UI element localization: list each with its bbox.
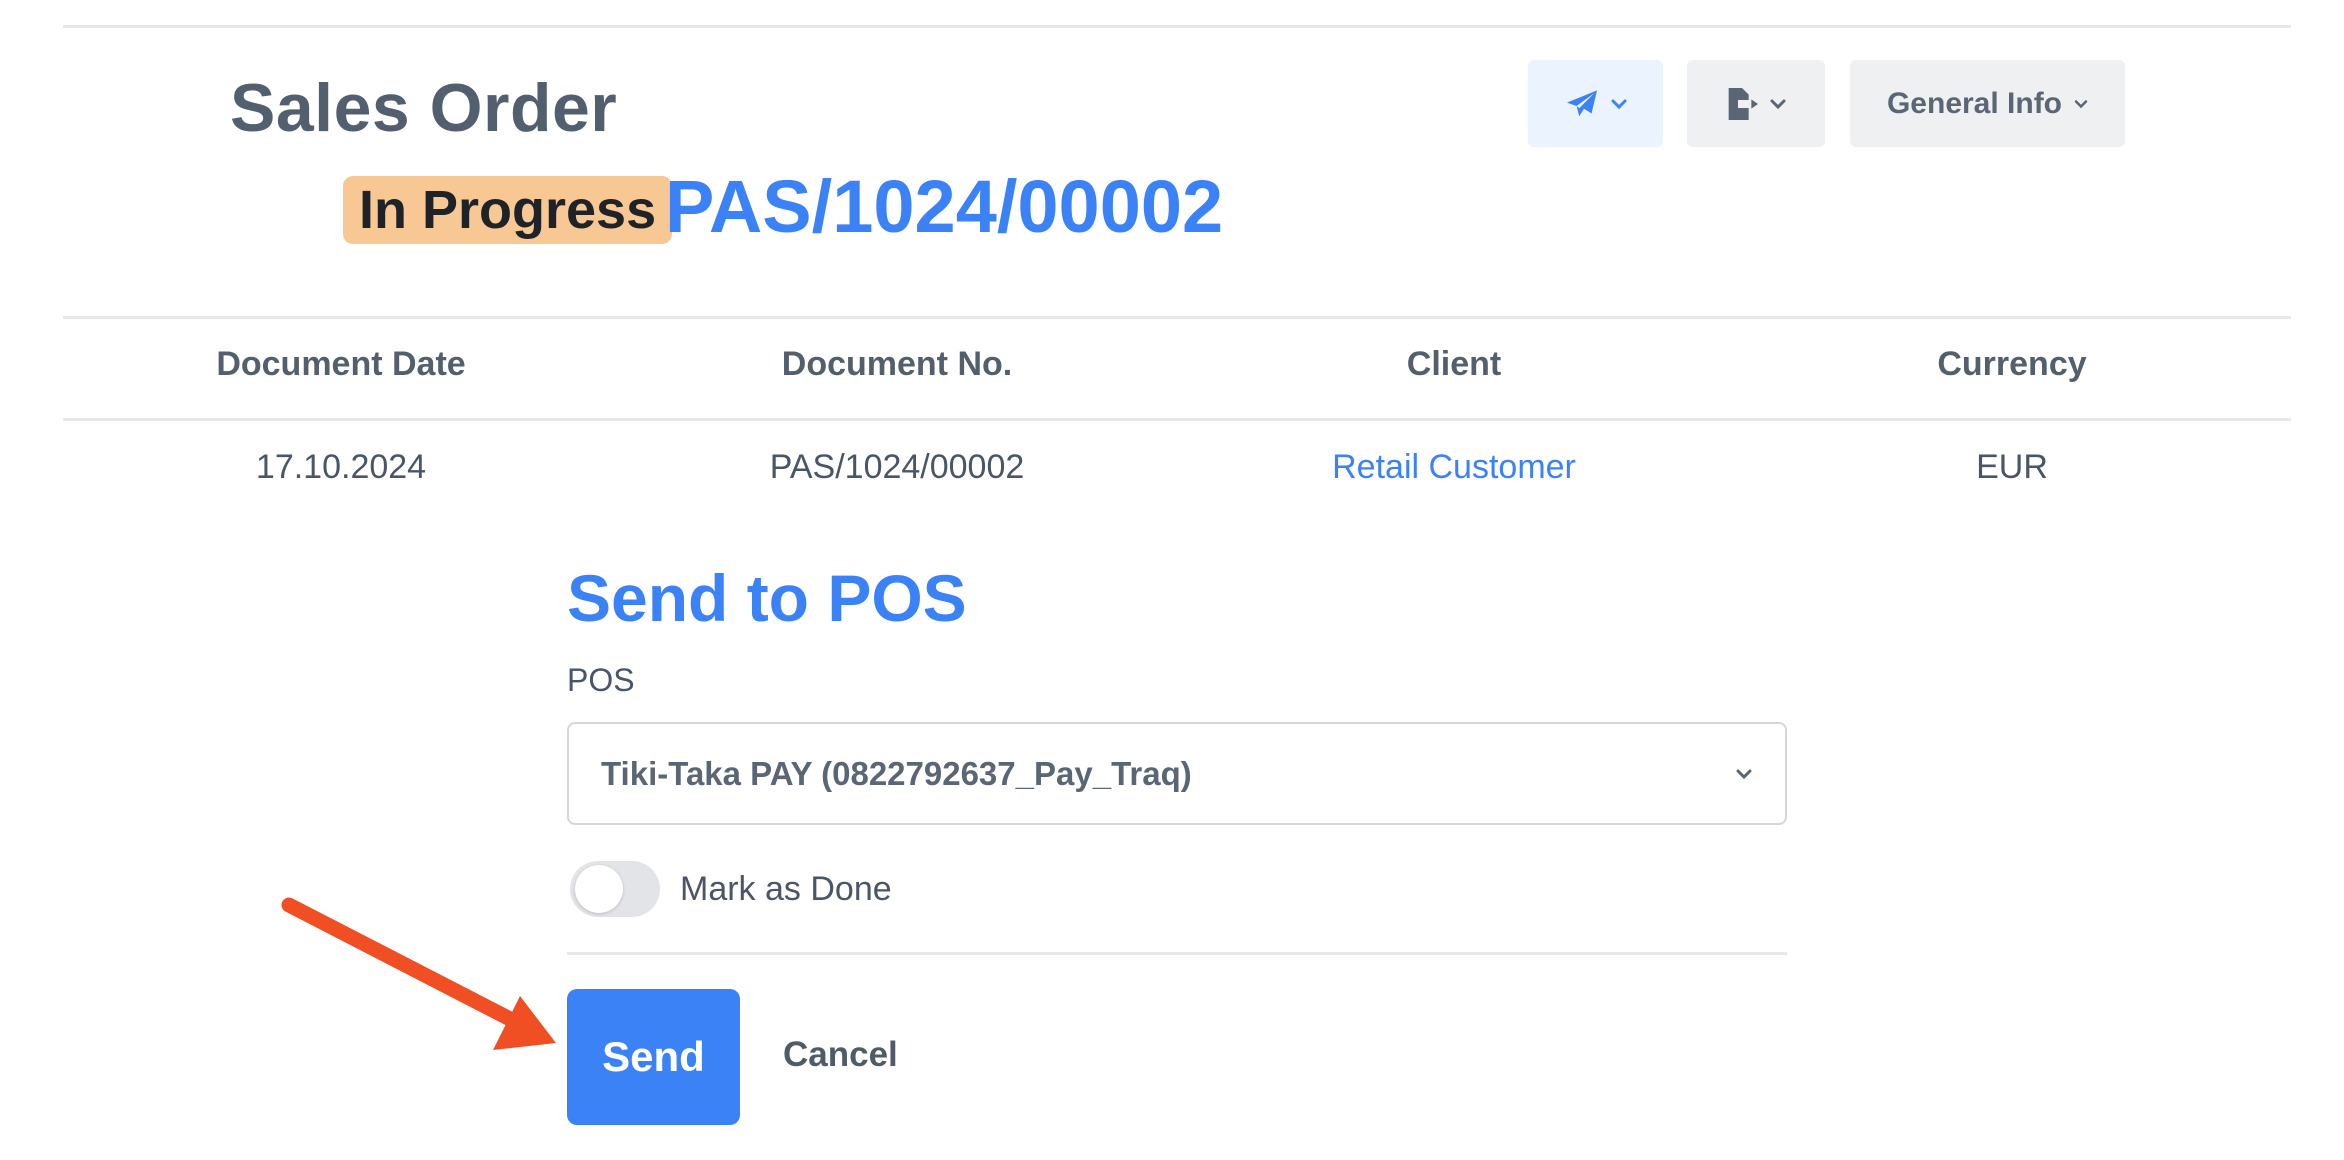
document-number: PAS/1024/00002 <box>665 165 1224 248</box>
general-info-button[interactable]: General Info <box>1850 60 2125 147</box>
chevron-down-icon <box>1736 769 1752 779</box>
cancel-button[interactable]: Cancel <box>783 1035 898 1075</box>
dialog-title: Send to POS <box>567 561 967 635</box>
client-link[interactable]: Retail Customer <box>1332 448 1576 487</box>
send-menu-button[interactable] <box>1528 60 1663 147</box>
status-badge: In Progress <box>343 176 673 244</box>
export-menu-button[interactable] <box>1687 60 1825 147</box>
page-title: Sales Order <box>230 70 618 146</box>
pos-select[interactable]: Tiki-Taka PAY (0822792637_Pay_Traq) <box>567 722 1787 825</box>
mark-as-done-toggle[interactable] <box>570 861 660 917</box>
top-divider <box>63 25 2291 28</box>
mark-as-done-label: Mark as Done <box>680 870 892 908</box>
pos-select-value: Tiki-Taka PAY (0822792637_Pay_Traq) <box>601 754 1192 792</box>
general-info-label: General Info <box>1886 86 2063 120</box>
chevron-down-icon <box>1611 99 1626 109</box>
table-header-border <box>63 418 2291 421</box>
paper-plane-icon <box>1566 89 1597 116</box>
file-export-icon <box>1728 87 1758 120</box>
header-currency: Currency <box>1937 345 2087 383</box>
pos-label: POS <box>567 662 635 698</box>
cell-currency: EUR <box>1976 448 2048 486</box>
header-document-date: Document Date <box>216 345 466 383</box>
toggle-knob <box>575 865 623 913</box>
table-top-border <box>63 316 2291 319</box>
dialog-divider <box>567 952 1787 955</box>
chevron-down-icon <box>2074 99 2088 108</box>
header-document-no: Document No. <box>781 345 1013 383</box>
chevron-down-icon <box>1770 99 1786 109</box>
cell-document-no: PAS/1024/00002 <box>769 448 1025 486</box>
header-client: Client <box>1406 345 1502 383</box>
send-button[interactable]: Send <box>567 989 740 1125</box>
cell-document-date: 17.10.2024 <box>255 448 427 486</box>
